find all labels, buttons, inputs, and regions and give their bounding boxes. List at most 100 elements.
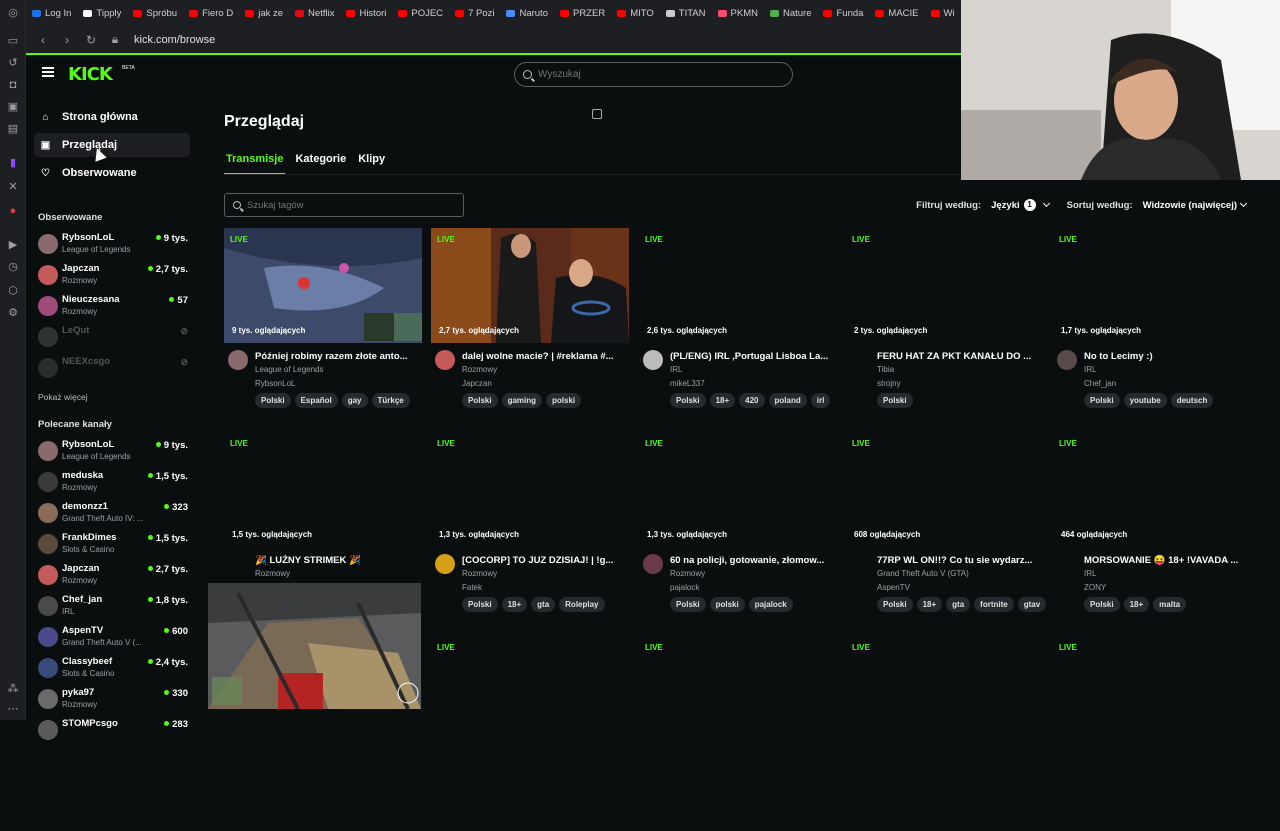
channel-item[interactable]: demonzz1 Grand Theft Auto IV: ... 323: [38, 500, 188, 528]
stream-title[interactable]: No to Lecimy :): [1084, 351, 1252, 362]
url-text[interactable]: kick.com/browse: [134, 34, 215, 46]
stream-title[interactable]: Później robimy razem złote anto...: [255, 351, 423, 362]
music-icon[interactable]: ●: [6, 204, 20, 218]
channel-item[interactable]: meduska Rozmowy 1,5 tys.: [38, 469, 188, 497]
bookmark-item[interactable]: Netflix: [295, 8, 334, 19]
stream-category[interactable]: IRL: [1084, 569, 1096, 578]
search-bar[interactable]: [514, 62, 793, 87]
avatar[interactable]: [850, 554, 870, 574]
channel-item[interactable]: LeQut ⊘: [38, 324, 188, 352]
browser-logo-icon[interactable]: ◎: [6, 6, 20, 20]
avatar[interactable]: [1057, 350, 1077, 370]
more-icon[interactable]: ⋯: [6, 702, 20, 716]
channel-item[interactable]: AspenTV Grand Theft Auto V (... 600: [38, 624, 188, 652]
tag-chip[interactable]: gta: [531, 597, 556, 612]
stream-category[interactable]: IRL: [670, 365, 682, 374]
stream-title[interactable]: (PL/ENG) IRL ,Portugal Lisboa La...: [670, 351, 838, 362]
stream-title[interactable]: 🎉 LUŹNY STRIMEK 🎉: [255, 555, 423, 566]
popout-icon[interactable]: [592, 109, 602, 119]
stream-title[interactable]: MORSOWANIE 😝 18+ !VAVADA ...: [1084, 555, 1252, 566]
image-icon[interactable]: ▣: [6, 100, 20, 114]
stream-thumbnail[interactable]: LIVE 2 tys. oglądających: [846, 228, 1044, 343]
show-more-link[interactable]: Pokaż więcej: [38, 392, 88, 402]
stream-card[interactable]: LIVE 464 oglądających MORSOWANIE 😝 18+ !VA…: [1053, 432, 1251, 627]
stream-thumbnail[interactable]: LIVE 2,6 tys. oglądających: [639, 228, 837, 343]
bookmark-item[interactable]: 7 Pozi: [455, 8, 494, 19]
tab-clips[interactable]: Klipy: [356, 151, 387, 175]
twitch-icon[interactable]: ▮: [6, 156, 20, 170]
tag-chip[interactable]: malta: [1153, 597, 1187, 612]
bookmark-item[interactable]: MITO: [617, 8, 654, 19]
channel-item[interactable]: Japczan Rozmowy 2,7 tys.: [38, 262, 188, 290]
gx-icon[interactable]: ⁂: [6, 682, 20, 696]
channel-item[interactable]: FrankDimes Slots & Casino 1,5 tys.: [38, 531, 188, 559]
reload-icon[interactable]: ↻: [84, 33, 98, 47]
stream-category[interactable]: League of Legends: [255, 365, 324, 374]
bookmark-item[interactable]: PRZER: [559, 8, 605, 19]
stream-thumbnail[interactable]: LIVE: [1053, 636, 1251, 751]
streamer-name[interactable]: AspenTV: [877, 583, 910, 592]
bookmark-item[interactable]: Fiero D: [189, 8, 233, 19]
streamer-name[interactable]: Chef_jan: [1084, 379, 1116, 388]
stream-card[interactable]: LIVE: [431, 636, 629, 831]
kick-logo[interactable]: KICK: [68, 64, 113, 85]
tag-chip[interactable]: 18+: [916, 597, 943, 612]
stream-thumbnail[interactable]: LIVE 1,5 tys. oglądających: [224, 432, 422, 547]
stream-thumbnail[interactable]: LIVE: [431, 636, 629, 751]
stream-card[interactable]: LIVE: [639, 636, 837, 831]
tag-chip[interactable]: Español: [294, 393, 338, 408]
tab-streams[interactable]: Transmisje: [224, 151, 286, 175]
history-icon[interactable]: ↺: [6, 56, 20, 70]
tag-chip[interactable]: 18+: [501, 597, 528, 612]
stream-category[interactable]: IRL: [1084, 365, 1096, 374]
stream-card[interactable]: LIVE: [846, 636, 1044, 831]
nav-following[interactable]: ♡ Obserwowane: [34, 161, 190, 185]
streamer-name[interactable]: pajalock: [670, 583, 699, 592]
streamer-name[interactable]: RybsonLoL: [255, 379, 295, 388]
stream-title[interactable]: 77RP WL ON!!? Co tu sie wydarz...: [877, 555, 1045, 566]
avatar[interactable]: [643, 554, 663, 574]
streamer-name[interactable]: ZONY: [1084, 583, 1106, 592]
tag-chip[interactable]: deutsch: [1170, 393, 1214, 408]
tag-chip[interactable]: Polski: [670, 393, 706, 408]
stream-thumbnail[interactable]: LIVE 2,7 tys. oglądających: [431, 228, 629, 343]
forward-icon[interactable]: ›: [60, 33, 74, 47]
tag-chip[interactable]: Polski: [462, 597, 498, 612]
stream-card[interactable]: LIVE 1,3 tys. oglądających [COCORP] TO JUZ…: [431, 432, 629, 627]
channel-item[interactable]: Chef_jan IRL 1,8 tys.: [38, 593, 188, 621]
tag-chip[interactable]: polski: [546, 393, 582, 408]
nav-browse[interactable]: ▣ Przeglądaj: [34, 133, 190, 157]
tabs-icon[interactable]: ▭: [6, 34, 20, 48]
tag-chip[interactable]: fortnite: [974, 597, 1014, 612]
tag-chip[interactable]: Polski: [670, 597, 706, 612]
bookmark-item[interactable]: POJEC: [398, 8, 443, 19]
clock-icon[interactable]: ◷: [6, 260, 20, 274]
stream-thumbnail[interactable]: LIVE 464 oglądających: [1053, 432, 1251, 547]
stream-thumbnail[interactable]: LIVE: [846, 636, 1044, 751]
player-icon[interactable]: ▶: [6, 238, 20, 252]
cube-icon[interactable]: ⬡: [6, 284, 20, 298]
tag-chip[interactable]: Polski: [1084, 597, 1120, 612]
bookmark-item[interactable]: PKMN: [717, 8, 758, 19]
bookmark-item[interactable]: Naruto: [506, 8, 548, 19]
stream-card[interactable]: LIVE 2,6 tys. oglądających (PL/ENG) IRL ,P…: [639, 228, 837, 423]
bookmark-item[interactable]: Funda: [823, 8, 863, 19]
tag-search[interactable]: [224, 193, 464, 217]
tag-chip[interactable]: pajalock: [748, 597, 793, 612]
stream-card[interactable]: LIVE 1,7 tys. oglądających No to Lecimy :)…: [1053, 228, 1251, 423]
avatar[interactable]: [435, 554, 455, 574]
stream-category[interactable]: Rozmowy: [255, 569, 290, 578]
avatar[interactable]: [228, 554, 248, 574]
stream-thumbnail[interactable]: LIVE 9 tys. oglądających: [224, 228, 422, 343]
tag-chip[interactable]: Roleplay: [559, 597, 605, 612]
avatar[interactable]: [643, 350, 663, 370]
tag-chip[interactable]: polski: [709, 597, 745, 612]
bookmark-item[interactable]: Histori: [346, 8, 386, 19]
channel-item[interactable]: Classybeef Slots & Casino 2,4 tys.: [38, 655, 188, 683]
tag-chip[interactable]: gay: [341, 393, 368, 408]
back-icon[interactable]: ‹: [36, 33, 50, 47]
tag-chip[interactable]: gtav: [1017, 597, 1047, 612]
stream-category[interactable]: Rozmowy: [670, 569, 705, 578]
stream-thumbnail[interactable]: LIVE 1,3 tys. oglądających: [431, 432, 629, 547]
tag-chip[interactable]: Polski: [1084, 393, 1120, 408]
